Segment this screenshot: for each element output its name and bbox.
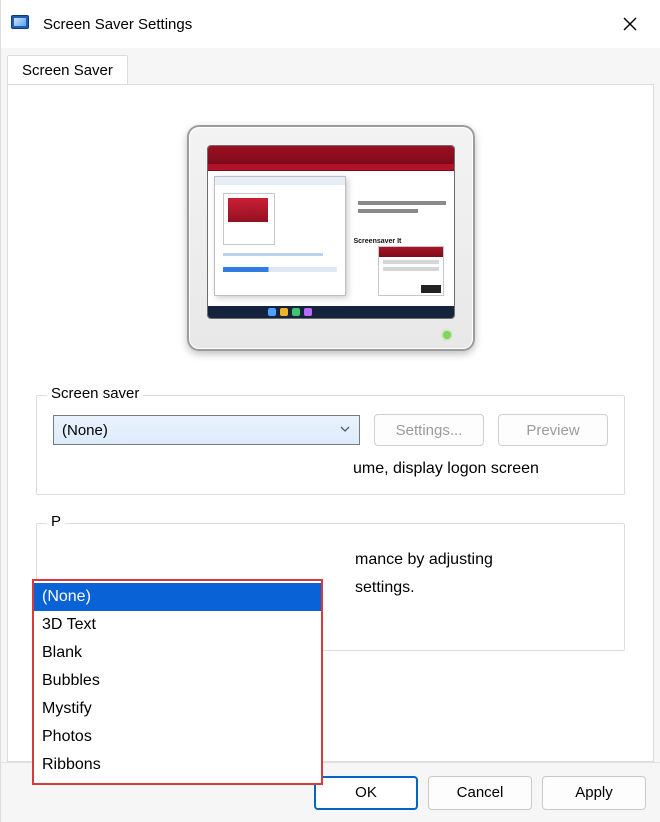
tab-page: Screensaver It (7, 84, 654, 762)
monitor-icon (11, 14, 31, 34)
close-icon (623, 17, 637, 31)
resume-logon-text-fragment: ume, display logon screen (53, 460, 608, 478)
client-area: Screen Saver Screensaver It (1, 48, 660, 822)
combobox-value: (None) (62, 422, 108, 439)
preview-monitor: Screensaver It (187, 125, 475, 351)
close-button[interactable] (600, 0, 660, 48)
preview-button[interactable]: Preview (498, 414, 608, 446)
group-screen-saver: Screen saver (None) Settings... Preview … (36, 395, 625, 495)
dropdown-item-none[interactable]: (None) (34, 583, 321, 611)
titlebar: Screen Saver Settings (1, 0, 660, 48)
screensaver-combobox[interactable]: (None) (53, 415, 360, 445)
power-text-line1-fragment: mance by adjusting (55, 546, 608, 574)
group-legend-screen-saver: Screen saver (47, 385, 143, 402)
dropdown-item-blank[interactable]: Blank (34, 639, 321, 667)
group-legend-power-fragment: P (47, 513, 65, 530)
apply-button[interactable]: Apply (542, 776, 646, 810)
dropdown-item-photos[interactable]: Photos (34, 723, 321, 751)
dropdown-item-3d-text[interactable]: 3D Text (34, 611, 321, 639)
preview-screen: Screensaver It (207, 145, 455, 319)
dropdown-item-bubbles[interactable]: Bubbles (34, 667, 321, 695)
screensaver-dropdown-list[interactable]: (None) 3D Text Blank Bubbles Mystify Pho… (32, 579, 323, 785)
tab-strip: Screen Saver (1, 48, 660, 84)
dropdown-item-mystify[interactable]: Mystify (34, 695, 321, 723)
screen-saver-settings-dialog: Screen Saver Settings Screen Saver (0, 0, 660, 822)
dropdown-item-ribbons[interactable]: Ribbons (34, 751, 321, 779)
cancel-button[interactable]: Cancel (428, 776, 532, 810)
settings-button[interactable]: Settings... (374, 414, 484, 446)
chevron-down-icon (339, 422, 351, 439)
power-led-icon (443, 331, 451, 339)
tab-screen-saver[interactable]: Screen Saver (7, 55, 128, 85)
window-title: Screen Saver Settings (43, 16, 600, 33)
ok-button[interactable]: OK (314, 776, 418, 810)
